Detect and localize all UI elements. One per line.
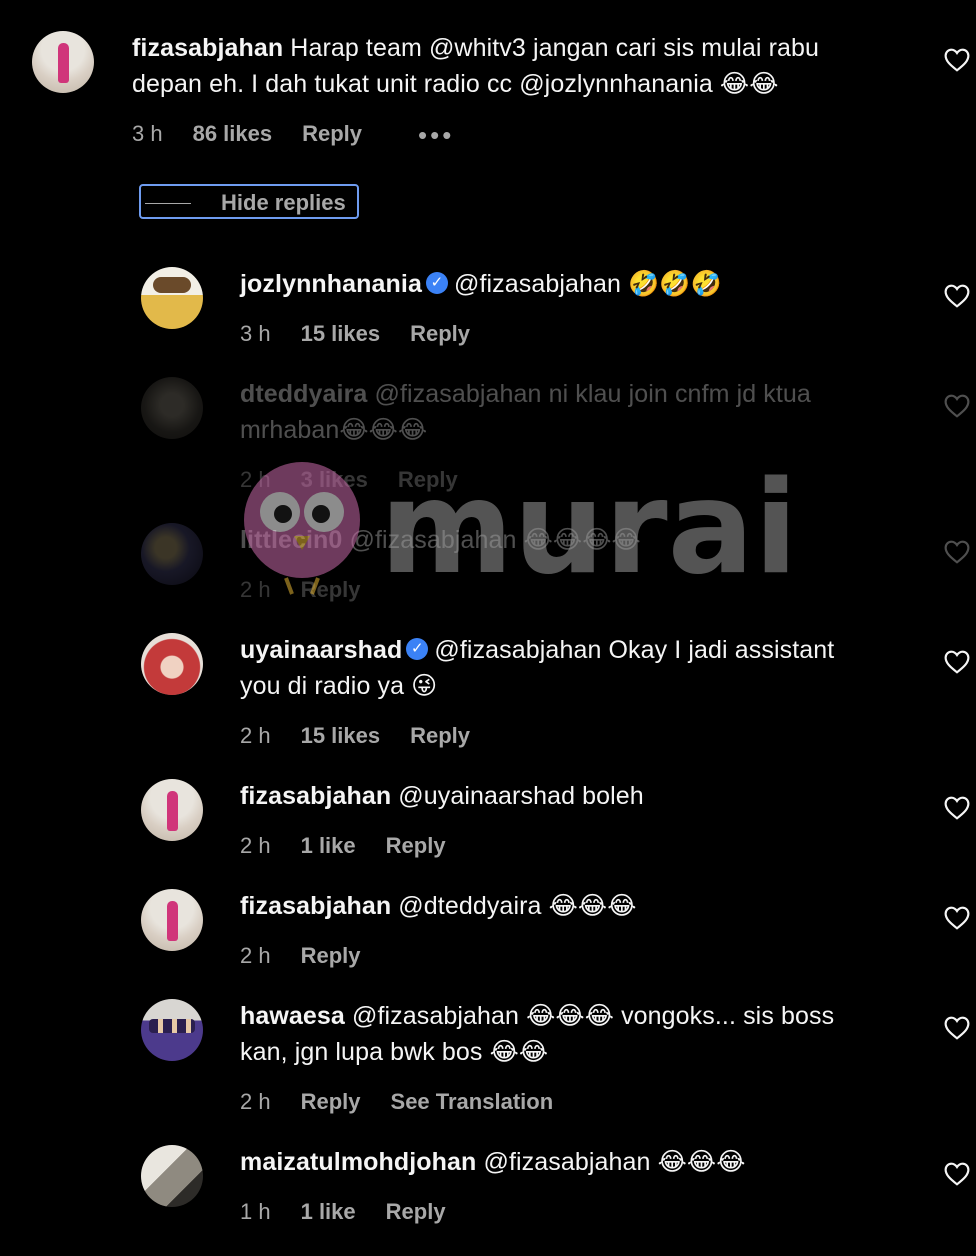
reply-button[interactable]: Reply bbox=[301, 577, 361, 602]
timestamp: 1 h bbox=[240, 1199, 271, 1224]
divider-line bbox=[145, 203, 191, 204]
comment-text: maizatulmohdjohan @fizasabjahan 😂😂😂 bbox=[240, 1148, 746, 1176]
timestamp: 2 h bbox=[240, 467, 271, 492]
likes-count[interactable]: 1 like bbox=[301, 1199, 356, 1224]
comment-text: fizasabjahan @dteddyaira 😂😂😂 bbox=[240, 892, 637, 920]
comment-text: uyainaarshad ✓ @fizasabjahan Okay I jadi a… bbox=[240, 636, 835, 664]
verified-badge-icon: ✓ bbox=[425, 272, 448, 295]
reply-button[interactable]: Reply bbox=[410, 321, 470, 346]
timestamp: 3 h bbox=[240, 321, 271, 346]
timestamp: 2 h bbox=[240, 1089, 271, 1114]
comment-text: fizasabjahan Harap team @whitv3 jangan c… bbox=[132, 34, 820, 62]
likes-count[interactable]: 3 likes bbox=[301, 467, 368, 492]
comment-text: dteddyaira @fizasabjahan ni klau join cn… bbox=[240, 380, 811, 408]
likes-count[interactable]: 86 likes bbox=[193, 121, 273, 146]
comment-text-line2: depan eh. I dah tukat unit radio cc @joz… bbox=[132, 70, 779, 98]
avatar[interactable] bbox=[141, 889, 203, 951]
avatar[interactable] bbox=[141, 1145, 203, 1207]
hide-replies-label: Hide replies bbox=[221, 190, 346, 215]
see-translation-button[interactable]: See Translation bbox=[391, 1089, 554, 1114]
username[interactable]: fizasabjahan bbox=[132, 34, 283, 62]
comment-text: fizasabjahan @uyainaarshad boleh bbox=[240, 782, 644, 810]
username[interactable]: jozlynnhanania bbox=[240, 270, 422, 298]
username[interactable]: maizatulmohdjohan bbox=[240, 1148, 476, 1176]
comment-meta: 2 h 15 likes Reply bbox=[240, 723, 500, 749]
reply-button[interactable]: Reply bbox=[386, 833, 446, 858]
reply-button[interactable]: Reply bbox=[398, 467, 458, 492]
heart-icon[interactable] bbox=[944, 284, 970, 308]
username[interactable]: hawaesa bbox=[240, 1002, 345, 1030]
comment-meta: 3 h 15 likes Reply bbox=[240, 321, 500, 347]
more-options-icon[interactable]: ••• bbox=[418, 120, 454, 151]
username[interactable]: uyainaarshad bbox=[240, 636, 402, 664]
avatar[interactable] bbox=[32, 31, 94, 93]
heart-icon[interactable] bbox=[944, 1162, 970, 1186]
comment-meta: 2 h Reply bbox=[240, 943, 391, 969]
reply-button[interactable]: Reply bbox=[301, 943, 361, 968]
avatar[interactable] bbox=[141, 633, 203, 695]
heart-icon[interactable] bbox=[944, 650, 970, 674]
reply-button[interactable]: Reply bbox=[386, 1199, 446, 1224]
username[interactable]: fizasabjahan bbox=[240, 892, 391, 920]
likes-count[interactable]: 15 likes bbox=[301, 321, 381, 346]
likes-count[interactable]: 1 like bbox=[301, 833, 356, 858]
timestamp: 2 h bbox=[240, 943, 271, 968]
comment-text-line2: mrhaban😂😂😂 bbox=[240, 416, 428, 444]
username[interactable]: fizasabjahan bbox=[240, 782, 391, 810]
hide-replies-button[interactable]: Hide replies bbox=[139, 184, 359, 219]
comment-meta: 2 h Reply See Translation bbox=[240, 1089, 583, 1115]
reply-button[interactable]: Reply bbox=[301, 1089, 361, 1114]
heart-icon[interactable] bbox=[944, 48, 970, 72]
comment-text-line2: you di radio ya 😜 bbox=[240, 672, 438, 700]
comment-meta: 2 h 1 like Reply bbox=[240, 833, 476, 859]
heart-icon[interactable] bbox=[944, 906, 970, 930]
comment-text-line2: kan, jgn lupa bwk bos 😂😂 bbox=[240, 1038, 549, 1066]
comment-text: jozlynnhanania ✓ @fizasabjahan 🤣🤣🤣 bbox=[240, 270, 722, 298]
avatar[interactable] bbox=[141, 779, 203, 841]
reply-button[interactable]: Reply bbox=[302, 121, 362, 146]
verified-badge-icon: ✓ bbox=[406, 638, 429, 661]
reply-button[interactable]: Reply bbox=[410, 723, 470, 748]
timestamp: 3 h bbox=[132, 121, 163, 146]
heart-icon[interactable] bbox=[944, 540, 970, 564]
avatar[interactable] bbox=[141, 999, 203, 1061]
likes-count[interactable]: 15 likes bbox=[301, 723, 381, 748]
comment-meta: 2 h Reply bbox=[240, 577, 391, 603]
timestamp: 2 h bbox=[240, 577, 271, 602]
timestamp: 2 h bbox=[240, 833, 271, 858]
heart-icon[interactable] bbox=[944, 394, 970, 418]
username[interactable]: dteddyaira bbox=[240, 380, 367, 408]
comment-text: hawaesa @fizasabjahan 😂😂😂 vongoks... sis… bbox=[240, 1002, 835, 1030]
avatar[interactable] bbox=[141, 267, 203, 329]
avatar[interactable] bbox=[141, 523, 203, 585]
comment-meta: 2 h 3 likes Reply bbox=[240, 467, 488, 493]
comment-meta: 3 h 86 likes Reply bbox=[132, 121, 392, 147]
avatar[interactable] bbox=[141, 377, 203, 439]
heart-icon[interactable] bbox=[944, 796, 970, 820]
comment-meta: 1 h 1 like Reply bbox=[240, 1199, 476, 1225]
username[interactable]: littlecin0 bbox=[240, 526, 342, 554]
timestamp: 2 h bbox=[240, 723, 271, 748]
comment-text: littlecin0 @fizasabjahan 😂😂😂😂 bbox=[240, 526, 641, 554]
heart-icon[interactable] bbox=[944, 1016, 970, 1040]
